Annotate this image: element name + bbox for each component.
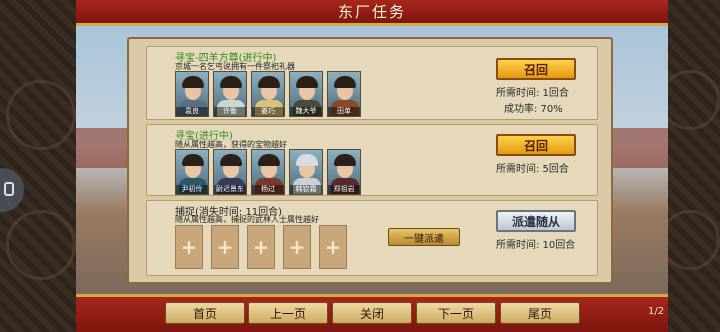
plus-icon: + bbox=[288, 235, 306, 259]
last-page-button[interactable]: 尾页 bbox=[500, 302, 580, 324]
empty-member-slot[interactable]: + bbox=[319, 225, 347, 269]
success-rate: 成功率: 70% bbox=[504, 104, 563, 115]
empty-slot-list: + + + + + bbox=[175, 225, 347, 269]
plus-icon: + bbox=[324, 235, 342, 259]
member-name: 田单 bbox=[328, 107, 360, 116]
window-title: 东厂任务 bbox=[337, 3, 406, 21]
member-name: 袁良 bbox=[176, 107, 208, 116]
page-indicator: 1/2 bbox=[648, 306, 665, 317]
close-button[interactable]: 关闭 bbox=[332, 302, 412, 324]
member-list: 袁良 许衡 姜巧 魏大爷 田单 bbox=[175, 71, 361, 117]
member-portrait[interactable]: 尉迟景东 bbox=[213, 149, 247, 195]
one-key-dispatch-button[interactable]: 一键派遣 bbox=[388, 228, 460, 246]
member-list: 尹初伶 尉迟景东 杨过 韩钦霜 郑祖岩 bbox=[175, 149, 361, 195]
empty-member-slot[interactable]: + bbox=[211, 225, 239, 269]
prev-page-button[interactable]: 上一页 bbox=[248, 302, 328, 324]
member-portrait[interactable]: 尹初伶 bbox=[175, 149, 209, 195]
member-name: 姜巧 bbox=[252, 107, 284, 116]
task-description: 随从属性越高，捕捉的武林人士属性越好 bbox=[175, 215, 319, 224]
required-time: 所需时间: 1回合 bbox=[496, 88, 569, 99]
lock-icon bbox=[4, 182, 14, 196]
plus-icon: + bbox=[216, 235, 234, 259]
required-time: 所需时间: 5回合 bbox=[496, 164, 569, 175]
first-page-button[interactable]: 首页 bbox=[165, 302, 245, 324]
empty-member-slot[interactable]: + bbox=[175, 225, 203, 269]
recall-button[interactable]: 召回 bbox=[496, 134, 576, 156]
game-screen: 东厂任务 寻宝-四羊方尊(进行中) 京城一名乞丐说拥有一件祭祀礼器 袁良 许衡 … bbox=[0, 0, 720, 332]
member-name: 许衡 bbox=[214, 107, 246, 116]
member-portrait[interactable]: 郑祖岩 bbox=[327, 149, 361, 195]
member-name: 杨过 bbox=[252, 185, 284, 194]
right-decorative-frame bbox=[660, 0, 720, 332]
member-portrait[interactable]: 魏大爷 bbox=[289, 71, 323, 117]
member-name: 魏大爷 bbox=[290, 107, 322, 116]
member-portrait[interactable]: 田单 bbox=[327, 71, 361, 117]
plus-icon: + bbox=[180, 235, 198, 259]
recall-button[interactable]: 召回 bbox=[496, 58, 576, 80]
required-time: 所需时间: 10回合 bbox=[496, 240, 576, 251]
member-name: 韩钦霜 bbox=[290, 185, 322, 194]
member-portrait[interactable]: 姜巧 bbox=[251, 71, 285, 117]
member-portrait[interactable]: 韩钦霜 bbox=[289, 149, 323, 195]
next-page-button[interactable]: 下一页 bbox=[416, 302, 496, 324]
dispatch-button[interactable]: 派遣随从 bbox=[496, 210, 576, 232]
plus-icon: + bbox=[252, 235, 270, 259]
empty-member-slot[interactable]: + bbox=[247, 225, 275, 269]
member-name: 尉迟景东 bbox=[214, 185, 246, 194]
left-decorative-frame bbox=[0, 0, 76, 332]
member-name: 尹初伶 bbox=[176, 185, 208, 194]
member-portrait[interactable]: 许衡 bbox=[213, 71, 247, 117]
empty-member-slot[interactable]: + bbox=[283, 225, 311, 269]
member-portrait[interactable]: 袁良 bbox=[175, 71, 209, 117]
title-bar: 东厂任务 bbox=[76, 0, 668, 26]
member-name: 郑祖岩 bbox=[328, 185, 360, 194]
member-portrait[interactable]: 杨过 bbox=[251, 149, 285, 195]
